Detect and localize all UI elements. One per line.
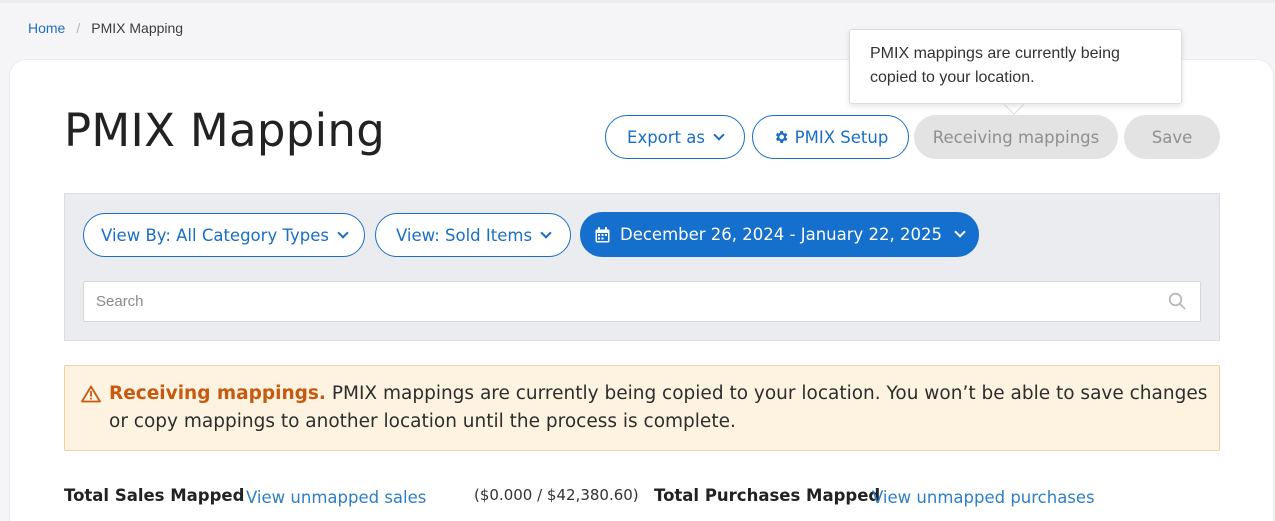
total-sales-mapped-label: Total Sales Mapped: [64, 486, 245, 505]
top-divider: [0, 0, 1275, 3]
search-box: [83, 281, 1201, 322]
breadcrumb-home-link[interactable]: Home: [28, 20, 65, 36]
chevron-down-icon: [540, 226, 552, 239]
export-as-label: Export as: [627, 127, 705, 147]
pmix-setup-label: PMIX Setup: [794, 127, 889, 147]
chevron-down-icon: [713, 128, 725, 141]
alert-title: Receiving mappings.: [109, 383, 326, 404]
view-label: View: Sold Items: [395, 225, 533, 245]
calendar-icon: [595, 226, 610, 242]
receiving-mappings-label: Receiving mappings: [932, 127, 1100, 147]
receiving-mappings-button[interactable]: Receiving mappings: [914, 115, 1118, 159]
save-label: Save: [1151, 127, 1193, 147]
chevron-down-icon: [337, 226, 349, 239]
view-by-label: View By: All Category Types: [101, 225, 329, 245]
breadcrumb-current: PMIX Mapping: [91, 20, 184, 36]
page-title: PMIX Mapping: [64, 104, 386, 157]
export-as-button[interactable]: Export as: [605, 115, 745, 159]
view-unmapped-purchases-link[interactable]: View unmapped purchases: [872, 488, 1095, 507]
pmix-setup-button[interactable]: PMIX Setup: [752, 115, 909, 159]
warning-triangle-icon: [81, 385, 101, 403]
view-by-dropdown[interactable]: View By: All Category Types: [83, 213, 365, 257]
chevron-down-icon: [954, 226, 966, 238]
date-range-picker[interactable]: December 26, 2024 - January 22, 2025: [580, 212, 979, 257]
breadcrumb: Home / PMIX Mapping: [28, 20, 183, 36]
total-sales-value: ($0.000 / $42,380.60): [474, 486, 639, 504]
gear-icon: [775, 131, 788, 143]
alert-text: Receiving mappings. PMIX mappings are cu…: [109, 380, 1209, 436]
view-dropdown[interactable]: View: Sold Items: [375, 213, 571, 257]
receiving-tooltip: PMIX mappings are currently being copied…: [849, 29, 1182, 104]
date-range-label: December 26, 2024 - January 22, 2025: [620, 225, 942, 244]
search-input[interactable]: [84, 282, 1144, 321]
total-purchases-mapped-label: Total Purchases Mapped: [654, 486, 881, 505]
receiving-alert: Receiving mappings. PMIX mappings are cu…: [64, 365, 1220, 451]
save-button[interactable]: Save: [1124, 115, 1220, 159]
tooltip-text: PMIX mappings are currently being copied…: [870, 45, 1120, 86]
breadcrumb-separator: /: [76, 20, 81, 36]
search-icon[interactable]: [1168, 292, 1186, 310]
view-unmapped-sales-link[interactable]: View unmapped sales: [246, 488, 426, 507]
